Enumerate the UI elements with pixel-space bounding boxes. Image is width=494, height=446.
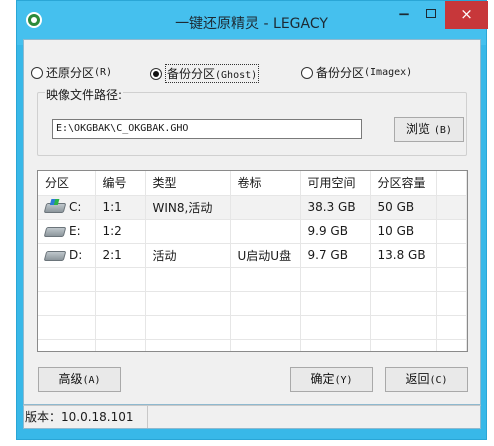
cell-volume-label: U启动U盘	[230, 243, 301, 268]
maximize-icon	[426, 8, 436, 18]
back-shortcut: (C)	[429, 375, 448, 386]
cell-capacity: 50 GB	[370, 195, 437, 220]
mode-radio-group: 还原分区 (R) 备份分区(Ghost) 备份分区 (Imagex)	[24, 64, 480, 83]
cell-volume-label	[230, 195, 301, 220]
image-path-input[interactable]: E:\OKGBAK\C_OKGBAK.GHO	[52, 119, 362, 139]
cell-capacity: 13.8 GB	[370, 243, 437, 268]
column-header-type[interactable]: 类型	[145, 171, 231, 196]
advanced-button[interactable]: 高级(A)	[38, 367, 121, 392]
minimize-button[interactable]: −	[391, 1, 417, 29]
cell-free-space: 9.7 GB	[300, 243, 371, 268]
ok-label: 确定	[310, 372, 335, 386]
radio-shortcut: (Imagex)	[364, 67, 413, 78]
cell-drive: D:	[69, 248, 83, 262]
cell-number: 1:2	[95, 219, 146, 244]
cell-drive: C:	[69, 200, 82, 214]
radio-backup-ghost[interactable]: 备份分区(Ghost)	[150, 64, 260, 83]
radio-label: 还原分区	[46, 66, 95, 80]
image-path-label: 映像文件路径:	[45, 86, 124, 103]
table-row[interactable]: E: 1:2 9.9 GB 10 GB	[38, 219, 467, 244]
table-row-empty	[38, 339, 467, 351]
column-header-partition[interactable]: 分区	[38, 171, 96, 196]
cell-free-space: 38.3 GB	[300, 195, 371, 220]
drive-icon	[43, 226, 67, 237]
maximize-button[interactable]	[417, 1, 445, 29]
ok-shortcut: (Y)	[334, 375, 353, 386]
radio-indicator-selected[interactable]	[150, 67, 162, 80]
cell-number: 1:1	[95, 195, 146, 220]
column-header-filler	[436, 171, 467, 196]
cell-number: 2:1	[95, 243, 146, 268]
browse-label: 浏览	[406, 122, 431, 136]
drive-icon	[43, 250, 67, 261]
cell-type: 活动	[145, 243, 231, 268]
column-header-free-space[interactable]: 可用空间	[300, 171, 371, 196]
system-drive-icon	[43, 202, 67, 213]
cell-volume-label	[230, 219, 301, 244]
radio-label: 备份分区	[167, 67, 216, 81]
table-row-empty	[38, 315, 467, 340]
close-button[interactable]: ×	[445, 1, 488, 29]
radio-restore-partition[interactable]: 还原分区 (R)	[31, 64, 112, 81]
back-label: 返回	[405, 372, 430, 386]
cell-type: WIN8,活动	[145, 195, 231, 220]
advanced-label: 高级	[58, 372, 83, 386]
browse-button[interactable]: 浏览 (B)	[394, 117, 464, 142]
radio-indicator[interactable]	[31, 66, 43, 79]
cell-drive: E:	[69, 224, 81, 238]
status-bar: 版本：10.0.18.101	[23, 405, 481, 429]
radio-backup-imagex[interactable]: 备份分区 (Imagex)	[301, 64, 412, 81]
dialog-body: 还原分区 (R) 备份分区(Ghost) 备份分区 (Imagex) 映像文件路径:…	[23, 39, 481, 405]
image-path-group: 映像文件路径: E:\OKGBAK\C_OKGBAK.GHO 浏览 (B)	[37, 86, 467, 156]
back-button[interactable]: 返回(C)	[385, 367, 468, 392]
radio-shortcut: (Ghost)	[215, 70, 258, 81]
table-header-row: 分区 编号 类型 卷标 可用空间 分区容量	[38, 171, 467, 196]
table-row-empty	[38, 291, 467, 316]
browse-shortcut: (B)	[433, 125, 452, 136]
table-row[interactable]: C: 1:1 WIN8,活动 38.3 GB 50 GB	[38, 195, 467, 220]
radio-label: 备份分区	[316, 66, 365, 80]
column-header-number[interactable]: 编号	[95, 171, 146, 196]
table-row[interactable]: D: 2:1 活动 U启动U盘 9.7 GB 13.8 GB	[38, 243, 467, 268]
cell-type	[145, 219, 231, 244]
main-window: 一键还原精灵 - LEGACY − × 还原分区 (R) 备份分区(Ghost) …	[16, 0, 488, 440]
column-header-capacity[interactable]: 分区容量	[370, 171, 437, 196]
partition-table[interactable]: 分区 编号 类型 卷标 可用空间 分区容量 C: 1:1 WIN8,活动 38.…	[37, 170, 468, 352]
version-label: 版本：10.0.18.101	[24, 406, 148, 428]
advanced-shortcut: (A)	[82, 375, 101, 386]
table-row-empty	[38, 267, 467, 292]
ok-button[interactable]: 确定(Y)	[290, 367, 373, 392]
column-header-volume-label[interactable]: 卷标	[230, 171, 301, 196]
radio-indicator[interactable]	[301, 66, 313, 79]
cell-free-space: 9.9 GB	[300, 219, 371, 244]
radio-shortcut: (R)	[94, 67, 113, 78]
cell-capacity: 10 GB	[370, 219, 437, 244]
